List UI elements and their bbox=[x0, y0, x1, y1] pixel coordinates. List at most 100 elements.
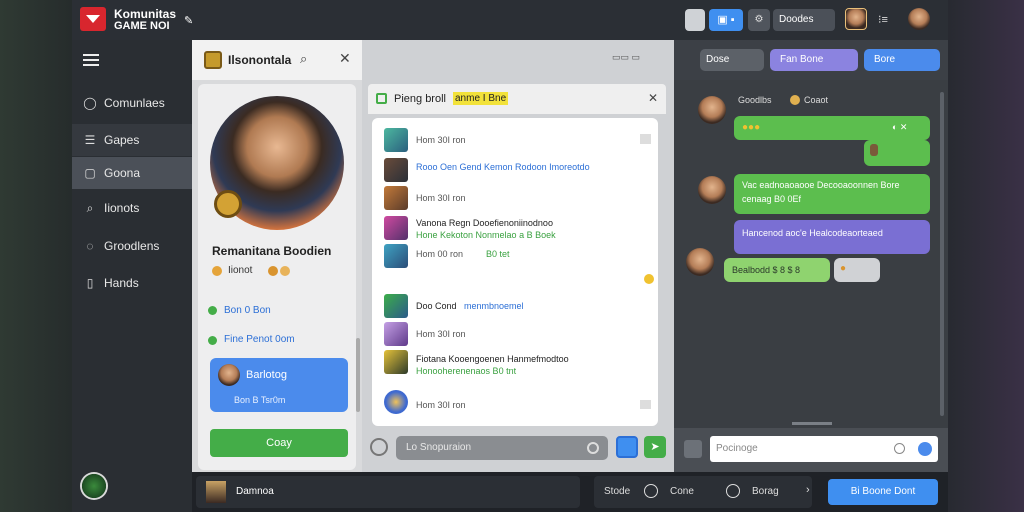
sidebar-item-search[interactable]: ⌕ Iionots bbox=[72, 192, 192, 224]
profile-avatar[interactable] bbox=[908, 8, 930, 30]
emoji-icon: ●●● bbox=[742, 122, 761, 133]
scrollbar[interactable] bbox=[356, 338, 360, 412]
bottom-item-3[interactable]: Borag bbox=[752, 486, 779, 497]
hamburger-icon[interactable] bbox=[83, 54, 99, 66]
trophy-icon bbox=[280, 266, 290, 276]
reaction-icon[interactable]: ◐ ✕ bbox=[892, 122, 907, 133]
sidebar-item-games[interactable]: ☰ Gapes bbox=[72, 124, 192, 156]
sidebar-item-label: Hands bbox=[104, 276, 139, 290]
row-text: Doo Cond bbox=[416, 301, 457, 311]
menu-dots-icon[interactable]: ⁝≡ bbox=[878, 9, 892, 31]
mail-icon[interactable] bbox=[640, 400, 651, 409]
reaction-icon[interactable] bbox=[644, 274, 654, 284]
chat-icon: ◯ bbox=[83, 96, 97, 110]
logo-icon bbox=[80, 7, 106, 31]
game-icon bbox=[384, 350, 408, 374]
bottom-item-2[interactable]: Cone bbox=[670, 486, 694, 497]
sidebar-item-label: Goona bbox=[104, 166, 141, 180]
message-bubble: Vac eadnoaoaooe Decooaoonnen Bore cenaag… bbox=[734, 174, 930, 214]
bottom-item-1[interactable]: Stode bbox=[604, 486, 630, 497]
attach-button[interactable] bbox=[616, 436, 638, 458]
drag-handle[interactable] bbox=[792, 422, 832, 425]
friend-avatar bbox=[218, 364, 240, 386]
app-window: Komunitas GAME NOI ✎ ▣ ▪ ⚙ Doodes ⁝≡ ◯ C… bbox=[72, 0, 948, 512]
close-icon[interactable]: ✕ bbox=[648, 91, 658, 105]
chat-panel-right: Dose Fan Bone Bore Goodlbs Coaot ●●● ◐ ✕… bbox=[674, 40, 948, 472]
scrollbar[interactable] bbox=[940, 92, 944, 416]
sidebar-item-label: Gapes bbox=[104, 133, 140, 147]
row-text: Fiotana Kooengoenen Hanmefmodtoo bbox=[416, 354, 569, 364]
friend-item[interactable]: Barlotog Bon B Tsr0m bbox=[210, 358, 348, 412]
friends-line2: Fine Penot 0om bbox=[224, 334, 295, 345]
game-icon bbox=[384, 390, 408, 414]
chat-mid-input[interactable]: Lo Snopuraion bbox=[396, 436, 608, 460]
friend-name: Barlotog bbox=[246, 369, 287, 381]
chat-mid-title-highlight: anme I Bne bbox=[453, 92, 509, 105]
window-button[interactable] bbox=[685, 9, 705, 31]
primary-cta-button[interactable]: Bi Boone Dont bbox=[828, 479, 938, 505]
attach-icon[interactable] bbox=[684, 440, 702, 458]
clock-icon[interactable] bbox=[894, 443, 905, 454]
profile-panel-header: Ilsonontala ⌕ ✕ bbox=[192, 40, 362, 80]
sidebar-item-communities[interactable]: ◯ Comunlaes bbox=[72, 87, 192, 119]
chat-mid-header: Pieng broll anme I Bne ✕ bbox=[368, 84, 666, 114]
row-text: Hom 00 ron bbox=[416, 249, 464, 259]
game-badge-icon[interactable] bbox=[80, 472, 108, 500]
square-icon: ▢ bbox=[84, 166, 96, 180]
user-avatar[interactable] bbox=[845, 8, 867, 30]
sidebar-item-label: Groodlens bbox=[104, 239, 160, 253]
message-bubble bbox=[864, 140, 930, 166]
video-button[interactable]: ▣ ▪ bbox=[709, 9, 743, 31]
dose-button[interactable]: Dose bbox=[700, 49, 764, 71]
game-icon bbox=[384, 128, 408, 152]
clock-icon[interactable] bbox=[587, 442, 599, 454]
app-title-line1: Komunitas bbox=[114, 7, 177, 21]
chevron-right-icon[interactable]: › bbox=[806, 484, 810, 496]
friend-status: Bon B Tsr0m bbox=[234, 395, 286, 405]
emoji-icon[interactable] bbox=[370, 438, 388, 456]
user-strip: Damnoa bbox=[196, 476, 580, 508]
fan-button[interactable]: Fan Bone bbox=[770, 49, 858, 71]
message-bubble: ●●● ◐ ✕ bbox=[734, 116, 930, 140]
send-icon[interactable] bbox=[918, 442, 932, 456]
game-icon bbox=[384, 244, 408, 268]
row-text-highlight: menmbnoemel bbox=[464, 301, 524, 311]
edit-icon[interactable]: ✎ bbox=[184, 14, 193, 27]
bottom-bar: Damnoa Stode Cone Borag › Bi Boone Dont bbox=[192, 472, 948, 512]
sidebar-item-goona[interactable]: ▢ Goona bbox=[72, 157, 192, 189]
sidebar-item-groups[interactable]: ◌ Groodlens bbox=[72, 230, 192, 262]
background-art-left bbox=[0, 0, 72, 512]
action-button[interactable]: Coay bbox=[210, 429, 348, 457]
friends-line1: Bon 0 Bon bbox=[224, 305, 271, 316]
sender-avatar bbox=[698, 96, 726, 124]
top-search[interactable]: Doodes bbox=[773, 9, 835, 31]
chat-panel-middle: ▭▭ ▭ Pieng broll anme I Bne ✕ Hom 30I ro… bbox=[362, 40, 674, 472]
tools-icon[interactable]: ⚙ bbox=[748, 9, 770, 31]
search-icon[interactable]: ⌕ bbox=[300, 51, 307, 67]
close-icon[interactable]: ✕ bbox=[339, 50, 351, 67]
expand-icon[interactable] bbox=[640, 134, 651, 144]
sender-time: Coaot bbox=[804, 95, 829, 105]
row-text: Hom 30I ron bbox=[416, 135, 466, 145]
chat-right-header: Dose Fan Bone Bore bbox=[674, 40, 948, 80]
user-mini-avatar bbox=[206, 481, 226, 503]
row-text-2: Honooherenenaos B0 tnt bbox=[416, 366, 517, 376]
emoji-icon bbox=[790, 95, 800, 105]
tag-icon bbox=[726, 484, 740, 498]
chat-mid-tag: ▭▭ ▭ bbox=[612, 52, 641, 62]
coin-icon bbox=[268, 266, 278, 276]
sidebar-item-hands[interactable]: ▯ Hands bbox=[72, 267, 192, 299]
message-bubble: Bealbodd $ 8 $ 8 bbox=[724, 258, 830, 282]
profile-panel-title: Ilsonontala bbox=[228, 53, 292, 67]
sender-name: Goodlbs bbox=[738, 95, 772, 105]
bore-button[interactable]: Bore bbox=[864, 49, 940, 71]
online-dot-icon bbox=[208, 306, 217, 315]
game-icon bbox=[384, 216, 408, 240]
row-text: Vanona Regn Dooefienoniinodnoo bbox=[416, 218, 553, 228]
send-button[interactable]: ➤ bbox=[644, 436, 666, 458]
search-icon: ⌕ bbox=[86, 201, 94, 215]
checkbox-icon[interactable] bbox=[376, 93, 387, 104]
bottom-user-name: Damnoa bbox=[236, 486, 274, 497]
message-text: Vac eadnoaoaooe Decooaoonnen Bore bbox=[742, 180, 900, 190]
row-text: Hom 30I ron bbox=[416, 400, 466, 410]
